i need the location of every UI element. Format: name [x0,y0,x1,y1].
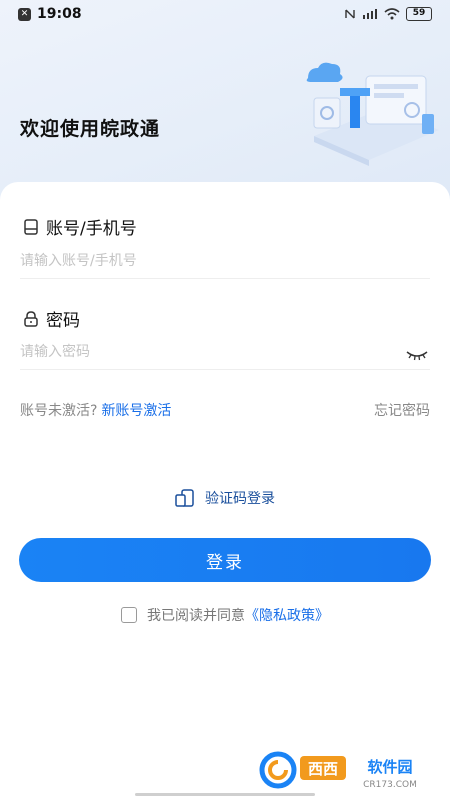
watermark-brand-b: 软件园 [367,758,412,776]
account-icon [24,218,38,235]
status-right: 59 [344,7,432,21]
account-label: 账号/手机号 [22,214,137,239]
watermark-brand-a: 西西 [308,760,338,778]
status-left: ✕ 19:08 [18,6,82,22]
account-input[interactable] [20,243,430,279]
watermark-logo: 西西 软件园 CR173.COM [256,748,436,792]
code-login-link[interactable]: 验证码登录 [0,488,450,508]
lock-icon [24,310,38,327]
status-bar: ✕ 19:08 59 [0,0,450,28]
header-illustration [306,62,439,166]
password-label: 密码 [22,306,80,331]
phone-code-icon [175,489,194,507]
battery-level: 59 [406,7,432,21]
notification-icon: ✕ [18,7,31,21]
code-login-text: 验证码登录 [205,491,275,507]
password-input[interactable] [20,334,430,370]
activate-link[interactable]: 新账号激活 [101,400,171,420]
privacy-policy-link[interactable]: 《隐私政策》 [245,605,329,625]
not-activated-text: 账号未激活? [20,403,98,419]
login-button[interactable]: 登录 [19,538,431,582]
activation-row: 账号未激活? 新账号激活 忘记密码 [20,400,430,420]
forgot-password-link[interactable]: 忘记密码 [374,400,430,420]
nfc-icon [345,9,355,19]
account-label-text: 账号/手机号 [46,219,137,239]
home-indicator[interactable] [135,793,315,796]
agreement-checkbox[interactable] [121,607,137,623]
signal-icon [363,9,377,19]
watermark-site: CR173.COM [363,780,417,790]
status-time: 19:08 [37,6,82,22]
wifi-icon [384,8,400,20]
agreement-row: 我已阅读并同意 《隐私政策》 [0,605,450,625]
password-label-text: 密码 [46,311,80,331]
eye-closed-icon[interactable] [406,349,428,361]
agreement-text: 我已阅读并同意 [147,608,245,624]
welcome-title: 欢迎使用皖政通 [20,118,161,140]
